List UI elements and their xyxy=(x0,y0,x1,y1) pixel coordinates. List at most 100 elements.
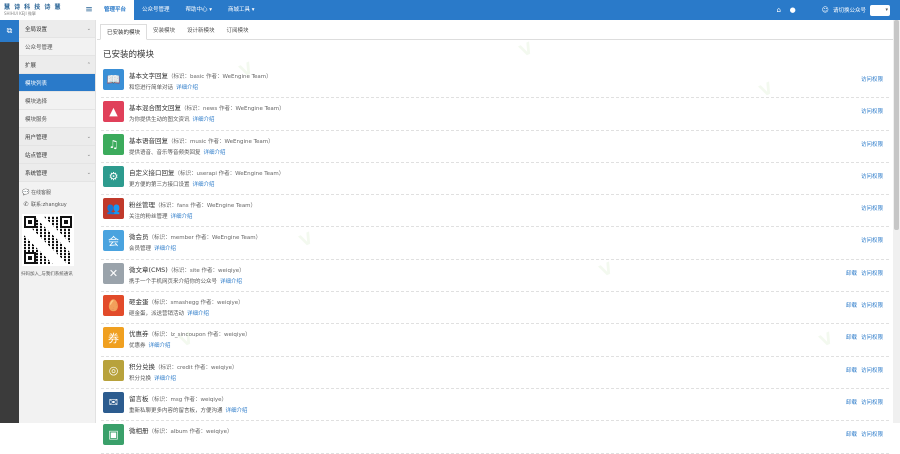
module-row: ▲ 基本混合图文回复（标识：news 作者：WeEngine Team） 为你提供生… xyxy=(101,98,889,131)
uninstall-link[interactable]: 卸载 xyxy=(846,303,857,309)
sidebar-item[interactable]: 站点管理 ⌄ xyxy=(19,146,95,164)
module-desc-text: 重新私聊更多内容的留言板，方便沟通 xyxy=(129,407,223,414)
module-detail-link[interactable]: 详细介绍 xyxy=(154,376,176,382)
module-detail-link[interactable]: 详细介绍 xyxy=(171,214,193,220)
module-icon: ◎ xyxy=(103,359,124,381)
uninstall-link[interactable]: 卸载 xyxy=(846,335,857,341)
top-nav-tab[interactable]: 帮助中心 ▾ xyxy=(178,0,221,20)
module-description: 优惠券 详细介绍 xyxy=(129,341,171,349)
access-permission-link[interactable]: 访问权限 xyxy=(861,271,883,277)
module-icon: 📖 xyxy=(103,69,124,90)
module-detail-link[interactable]: 详细介绍 xyxy=(193,117,215,123)
access-permission-link[interactable]: 访问权限 xyxy=(861,206,883,212)
phone-label: 联系:zhangkuy xyxy=(31,201,67,208)
module-row: 🥚 砸金蛋（标识：smashegg 作者：weiqiye） 砸金蛋，派送营销活动 详细… xyxy=(101,292,889,325)
sidebar-item[interactable]: 全局设置 ⌄ xyxy=(19,20,95,38)
sidebar-item[interactable]: 用户管理 ⌄ xyxy=(19,128,95,146)
module-subtab[interactable]: 已安装的模块 xyxy=(100,24,148,40)
module-actions: 访问权限 xyxy=(857,140,883,148)
main-content: 已安装的模块 安装模块 设计新模块 订阅模块 已安装的模块 📖 基本文字回复（标识：ba… xyxy=(97,20,893,454)
access-permission-link[interactable]: 访问权限 xyxy=(861,77,883,83)
scrollbar-thumb[interactable] xyxy=(894,20,899,230)
access-permission-link[interactable]: 访问权限 xyxy=(861,142,883,148)
uninstall-link[interactable]: 卸载 xyxy=(846,271,857,277)
module-subtab[interactable]: 订阅模块 xyxy=(221,23,255,39)
module-detail-link[interactable]: 详细介绍 xyxy=(204,150,226,156)
module-desc-text: 会员管理 xyxy=(129,246,152,253)
page-title: 已安装的模块 xyxy=(103,50,155,60)
sidebar-item[interactable]: 扩展 ⌃ xyxy=(19,56,95,74)
qq-contact[interactable]: 💬 在线客服 xyxy=(21,186,95,198)
module-row: 👥 粉丝管理（标识：fans 作者：WeEngine Team） 关注的粉丝管理 详细… xyxy=(101,195,889,228)
sidebar-item[interactable]: 模块服务 xyxy=(19,110,95,128)
qr-code-image xyxy=(22,214,74,266)
module-icon: ✉ xyxy=(103,391,124,413)
module-detail-link[interactable]: 详细介绍 xyxy=(220,279,242,285)
top-nav-tab[interactable]: 商城工具 ▾ xyxy=(220,0,263,20)
access-permission-link[interactable]: 访问权限 xyxy=(861,109,883,115)
module-detail-link[interactable]: 详细介绍 xyxy=(149,343,171,349)
uninstall-link[interactable]: 卸载 xyxy=(846,400,857,406)
access-permission-link[interactable]: 访问权限 xyxy=(861,303,883,309)
uninstall-link[interactable]: 卸载 xyxy=(846,432,857,438)
top-nav-tab[interactable]: 管理平台 xyxy=(96,0,135,20)
sidebar-item-label: 系统管理 xyxy=(25,170,48,177)
home-module-icon[interactable]: ⧉ xyxy=(0,20,19,42)
module-desc-text: 更方便的第三方接口设置 xyxy=(129,181,190,188)
sidebar-item-label: 模块服务 xyxy=(25,116,48,123)
module-icon: ✕ xyxy=(103,262,124,284)
access-permission-link[interactable]: 访问权限 xyxy=(861,238,883,244)
module-detail-link[interactable]: 详细介绍 xyxy=(154,246,176,252)
module-icon: 券 xyxy=(103,327,124,349)
account-select[interactable]: ▾ xyxy=(870,4,890,16)
module-icon: 会 xyxy=(103,230,124,252)
access-permission-link[interactable]: 访问权限 xyxy=(861,400,883,406)
sidebar-item[interactable]: 模块列表 xyxy=(19,74,95,92)
module-desc-text: 提供语音、音乐等音频类回复 xyxy=(129,149,201,156)
module-row: ◎ 积分兑换（标识：credit 作者：weiqiye） 积分兑换 详细介绍 卸载 访问权… xyxy=(101,357,889,389)
module-subtab[interactable]: 安装模块 xyxy=(147,23,181,39)
module-actions: 卸载 访问权限 xyxy=(842,333,883,341)
logo[interactable]: 慧 诗 科 技 诗 慧 SHIHUI KEJI 微擎 xyxy=(0,0,82,20)
theme-drop-icon[interactable]: ● xyxy=(786,6,800,14)
account-name: 请切换公众号 xyxy=(832,8,866,14)
module-name: 自定义接口回复 xyxy=(129,168,175,177)
user-icon: ☺ xyxy=(821,6,829,14)
access-permission-link[interactable]: 访问权限 xyxy=(861,432,883,438)
module-title: 基本语音回复（标识：music 作者：WeEngine Team） xyxy=(129,135,274,145)
module-desc-text: 为你提供生动的图文资讯 xyxy=(129,117,190,124)
access-permission-link[interactable]: 访问权限 xyxy=(861,368,883,374)
home-icon[interactable]: ⌂ xyxy=(772,6,786,14)
module-meta: （标识：basic 作者：WeEngine Team） xyxy=(168,74,272,80)
module-name: 基本语音回复 xyxy=(129,136,168,145)
module-detail-link[interactable]: 详细介绍 xyxy=(226,408,248,414)
module-detail-link[interactable]: 详细介绍 xyxy=(176,85,198,91)
sidebar: 全局设置 ⌄ 公众号管理 扩展 ⌃ 模块列表 模块选择 模块服务 用户管理 ⌄ 站点管理 ⌄ 系统管理 ⌄… xyxy=(19,20,96,423)
page-scrollbar[interactable] xyxy=(893,20,900,423)
module-row: ✉ 留言板（标识：msg 作者：weiqiye） 重新私聊更多内容的留言板，方便沟通… xyxy=(101,389,889,422)
sidebar-item[interactable]: 系统管理 ⌄ xyxy=(19,164,95,182)
module-icon: ♫ xyxy=(103,133,124,155)
top-nav-tab[interactable]: 公众号管理 xyxy=(134,0,178,20)
sidebar-item[interactable]: 公众号管理 xyxy=(19,38,95,56)
module-list: 📖 基本文字回复（标识：basic 作者：WeEngine Team） 和您进行简单… xyxy=(97,66,893,454)
module-detail-link[interactable]: 详细介绍 xyxy=(187,311,209,317)
chevron-icon: ⌄ xyxy=(86,25,91,32)
menu-toggle-icon[interactable]: ≡ xyxy=(82,0,96,20)
access-permission-link[interactable]: 访问权限 xyxy=(861,335,883,341)
module-meta: （标识：lz_sincoupon 作者：weiqiye） xyxy=(148,332,251,339)
module-row: 📖 基本文字回复（标识：basic 作者：WeEngine Team） 和您进行简单… xyxy=(101,66,889,99)
chevron-icon: ⌄ xyxy=(86,133,91,140)
account-switcher[interactable]: ☺ 请切换公众号 ▾ xyxy=(822,0,890,20)
module-meta: （标识：userapi 作者：WeEngine Team） xyxy=(174,170,285,177)
module-description: 关注的粉丝管理 详细介绍 xyxy=(129,212,193,220)
module-detail-link[interactable]: 详细介绍 xyxy=(193,182,215,188)
module-name: 基本文字回复 xyxy=(129,72,168,80)
sidebar-item[interactable]: 模块选择 xyxy=(19,92,95,110)
module-description: 会员管理 详细介绍 xyxy=(129,244,176,252)
top-bar: 慧 诗 科 技 诗 慧 SHIHUI KEJI 微擎 ≡ 管理平台 公众号管理 帮助… xyxy=(0,0,900,20)
module-meta: （标识：news 作者：WeEngine Team） xyxy=(181,106,285,113)
uninstall-link[interactable]: 卸载 xyxy=(846,368,857,374)
module-subtab[interactable]: 设计新模块 xyxy=(181,23,221,39)
access-permission-link[interactable]: 访问权限 xyxy=(861,174,883,180)
